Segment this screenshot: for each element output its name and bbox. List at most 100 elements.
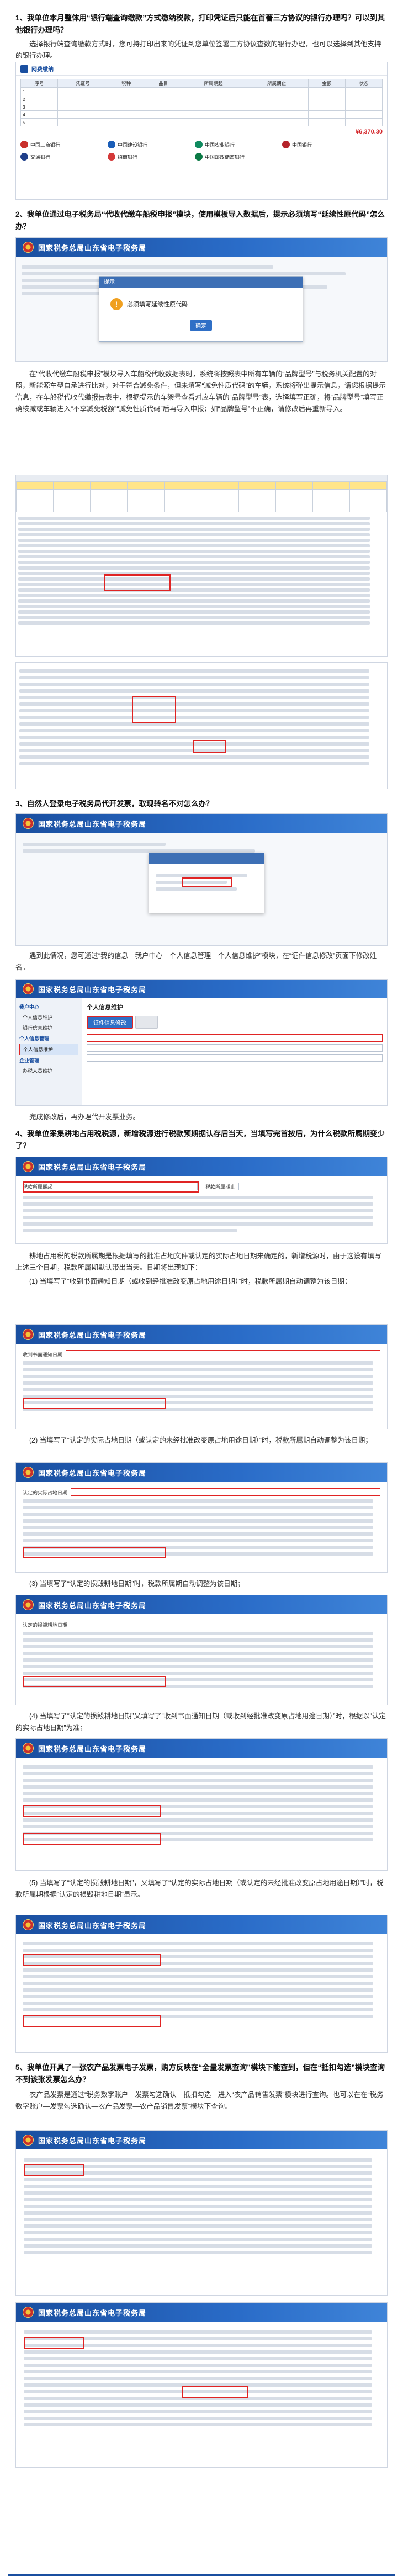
q4-case3: (3) 当填写了“认定的损毁耕地日期”时，税款所属期自动调整为该日期；	[29, 1580, 245, 1588]
bank-option[interactable]: 中国农业银行	[195, 141, 272, 148]
q3-answer: 遇到此情况，您可通过“我的信息—我户中心—个人信息管理—个人信息维护”模块，在“…	[15, 952, 377, 971]
q3-screenshot-1: 国家税务总局山东省电子税务局	[15, 813, 388, 946]
bank-option[interactable]: 招商银行	[108, 153, 185, 161]
q4-screenshot-2: 国家税务总局山东省电子税务局 收到书面通知日期	[15, 1324, 388, 1429]
q2-title: 2、我单位通过电子税务局“代收代缴车船税申报”模块，使用模板导入数据后，提示必须…	[15, 210, 385, 231]
q4-screenshot-4: 国家税务总局山东省电子税务局 认定的损毁耕地日期	[15, 1595, 388, 1705]
q3-section: 3、自然人登录电子税务局代开发票，取现转名不对怎么办？	[8, 798, 395, 810]
highlight-box	[23, 1833, 161, 1845]
bank-list: 中国工商银行 中国建设银行 中国农业银行 中国银行 交通银行 招商银行 中国邮政…	[20, 141, 383, 161]
emblem-icon	[23, 1919, 34, 1930]
bank-option[interactable]: 中国银行	[282, 141, 359, 148]
tax-banner: 国家税务总局山东省电子税务局	[16, 1915, 387, 1934]
q3-after-text: 完成修改后，再办理代开发票业务。	[29, 1113, 140, 1121]
name-input[interactable]	[87, 1034, 383, 1042]
q4-section: 4、我单位采集耕地占用税税源，新增税源进行税款预期据认存后当天，当填写完首按后，…	[8, 1128, 395, 1152]
page-bottom-bar	[8, 2574, 395, 2576]
import-table	[16, 482, 387, 512]
tax-banner: 国家税务总局山东省电子税务局	[16, 1595, 387, 1614]
dialog-text: 必须填写延续性原代码	[127, 301, 188, 308]
tax-banner: 国家税务总局山东省电子税务局	[16, 238, 387, 257]
highlight-box	[23, 1676, 166, 1687]
q4-screenshot-6: 国家税务总局山东省电子税务局	[15, 1915, 388, 2053]
menu-item[interactable]: 办税人员维护	[19, 1066, 78, 1076]
q4-title: 4、我单位采集耕地占用税税源，新增税源进行税款预期据认存后当天，当填写完首按后，…	[15, 1130, 385, 1150]
warning-icon: !	[110, 298, 123, 310]
ok-button[interactable]: 确定	[190, 320, 212, 331]
q4-case5: (5) 当填写了“认定的损毁耕地日期”，又填写了“认定的实际占地日期（或认定的未…	[15, 1879, 384, 1898]
tax-banner: 国家税务总局山东省电子税务局	[16, 980, 387, 998]
q3-after: 完成修改后，再办理代开发票业务。	[8, 1111, 395, 1123]
q5-title: 5、我单位开具了一张农产品发票电子发票，购方反映在“全量发票查询”模块下能查到，…	[15, 2063, 385, 2084]
content-title: 个人信息维护	[87, 1004, 123, 1011]
bank-option[interactable]: 交通银行	[20, 153, 98, 161]
dialog-title: 提示	[99, 277, 303, 288]
emblem-icon	[23, 2307, 34, 2318]
q4-answer-section: 耕地占用税的税款所属期是根据填写的批准占地文件或认定的实际占地日期来确定的，新增…	[8, 1250, 395, 1287]
logo-icon	[20, 65, 28, 73]
menu-item[interactable]: 个人信息管理	[19, 1033, 78, 1044]
highlight-box	[23, 1805, 161, 1817]
highlight-box	[182, 877, 232, 887]
tax-banner: 国家税务总局山东省电子税务局	[16, 1157, 387, 1176]
bank-option[interactable]: 中国工商银行	[20, 141, 98, 148]
q2-screenshot-1: 国家税务总局山东省电子税务局 提示 ! 必须填写延续性原代码 确定	[15, 237, 388, 362]
menu-item[interactable]: 个人信息维护	[19, 1012, 78, 1023]
tab-id-change[interactable]: 证件信息修改	[87, 1016, 133, 1029]
q4-screenshot-1: 国家税务总局山东省电子税务局 税款所属期起 税款所属期止	[15, 1157, 388, 1244]
tax-banner: 国家税务总局山东省电子税务局	[16, 1325, 387, 1344]
q1-title: 1、我单位本月整体用“银行端查询缴款”方式缴纳税款，打印凭证后只能在首著三方协议…	[15, 14, 385, 34]
emblem-icon	[23, 983, 34, 994]
bank-option[interactable]: 中国建设银行	[108, 141, 185, 148]
highlight-box	[23, 2015, 161, 2027]
tab-other[interactable]	[135, 1016, 158, 1029]
emblem-icon	[23, 2135, 34, 2146]
menu-item[interactable]: 我户中心	[19, 1002, 78, 1012]
highlight-box	[23, 1181, 199, 1193]
q5-screenshot-2: 国家税务总局山东省电子税务局	[15, 2302, 388, 2468]
highlight-box	[24, 2164, 84, 2176]
q2-answer: 在“代收代缴车船税申报”模块导入车船税代收数据表时，系统将按照表中所有车辆的“品…	[15, 370, 386, 413]
shot-brand: 网费缴纳	[31, 67, 54, 73]
side-menu: 我户中心 个人信息维护 银行信息维护 个人信息管理 个人信息维护 企业管理 办税…	[16, 998, 82, 1105]
tax-banner: 国家税务总局山东省电子税务局	[16, 2303, 387, 2322]
q3-title: 3、自然人登录电子税务局代开发票，取现转名不对怎么办？	[15, 800, 214, 808]
page: 1、我单位本月整体用“银行端查询缴款”方式缴纳税款，打印凭证后只能在首著三方协议…	[8, 0, 395, 2576]
q2-answer-section: 在“代收代缴车船税申报”模块导入车船税代收数据表时，系统将按照表中所有车辆的“品…	[8, 369, 395, 415]
bank-icon	[108, 141, 115, 148]
bank-option[interactable]: 中国邮政储蓄银行	[195, 153, 272, 161]
q5-screenshot-1: 国家税务总局山东省电子税务局	[15, 2130, 388, 2296]
bank-icon	[20, 153, 28, 161]
q1-screenshot: 网费缴纳 序号 凭证号 税种 品目 所属期起 所属期止 金额 状态 1 2 3 4 5 ¥6,…	[15, 62, 388, 200]
emblem-icon	[23, 1599, 34, 1610]
bank-icon	[108, 153, 115, 161]
highlight-box	[23, 1954, 161, 1966]
emblem-icon	[23, 1743, 34, 1754]
emblem-icon	[23, 242, 34, 253]
q4-screenshot-5: 国家税务总局山东省电子税务局	[15, 1738, 388, 1871]
tax-banner: 国家税务总局山东省电子税务局	[16, 1739, 387, 1758]
q3-screenshot-2: 国家税务总局山东省电子税务局 我户中心 个人信息维护 银行信息维护 个人信息管理…	[15, 979, 388, 1106]
total-amount: ¥6,370.30	[356, 129, 383, 135]
highlight-box	[193, 740, 226, 753]
bank-icon	[195, 141, 203, 148]
q2-section: 2、我单位通过电子税务局“代收代缴车船税申报”模块，使用模板导入数据后，提示必须…	[8, 209, 395, 233]
q1-section: 1、我单位本月整体用“银行端查询缴款”方式缴纳税款，打印凭证后只能在首著三方协议…	[8, 12, 395, 62]
q4-answer: 耕地占用税的税款所属期是根据填写的批准占地文件或认定的实际占地日期来确定的，新增…	[15, 1252, 381, 1271]
bank-icon	[282, 141, 290, 148]
bank-icon	[20, 141, 28, 148]
emblem-icon	[23, 1467, 34, 1478]
emblem-icon	[23, 818, 34, 829]
menu-item-active[interactable]: 个人信息维护	[19, 1044, 78, 1055]
q2-spreadsheet	[15, 475, 388, 657]
menu-item[interactable]: 企业管理	[19, 1055, 78, 1066]
invoice-dialog	[149, 853, 264, 913]
highlight-box	[24, 2337, 84, 2349]
menu-item[interactable]: 银行信息维护	[19, 1023, 78, 1033]
tax-banner: 国家税务总局山东省电子税务局	[16, 1463, 387, 1482]
highlight-box	[132, 696, 176, 723]
bank-icon	[195, 153, 203, 161]
q5-section: 5、我单位开具了一张农产品发票电子发票，购方反映在“全量发票查询”模块下能查到，…	[8, 2062, 395, 2112]
payment-table: 序号 凭证号 税种 品目 所属期起 所属期止 金额 状态 1 2 3 4 5	[20, 79, 383, 126]
tax-banner: 国家税务总局山东省电子税务局	[16, 2131, 387, 2149]
